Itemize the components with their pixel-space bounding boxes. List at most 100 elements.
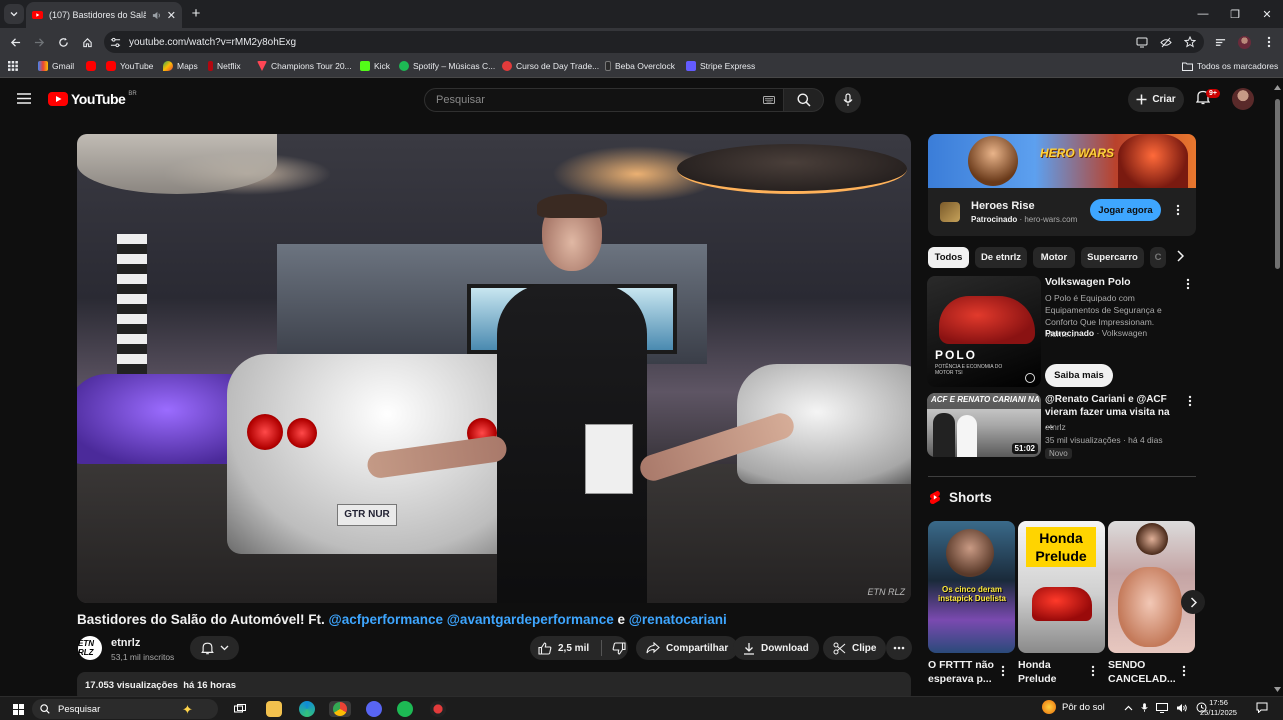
short-title[interactable]: O FRTTT não esperava p... xyxy=(928,658,998,686)
new-tab-button[interactable]: + xyxy=(188,6,204,22)
more-actions-button[interactable] xyxy=(886,636,912,660)
sponsored-menu-button[interactable] xyxy=(1181,277,1195,291)
clip-button[interactable]: Clipe xyxy=(823,636,887,660)
bookmark-gmail[interactable]: Gmail xyxy=(38,61,74,71)
eye-off-icon[interactable] xyxy=(1160,37,1172,48)
subscribed-notifications-button[interactable] xyxy=(190,636,239,660)
edge-icon[interactable] xyxy=(299,701,315,717)
bookmark-champions-tour[interactable]: Champions Tour 20... xyxy=(257,61,352,71)
bookmark-stripe-express[interactable]: Stripe Express xyxy=(686,61,755,71)
maximize-button[interactable]: ❐ xyxy=(1219,0,1251,28)
ad-menu-button[interactable] xyxy=(1171,203,1185,217)
browser-menu-button[interactable] xyxy=(1260,33,1278,51)
minimize-button[interactable]: — xyxy=(1187,0,1219,28)
spotify-icon[interactable] xyxy=(397,701,413,717)
create-button[interactable]: Criar xyxy=(1128,87,1184,112)
chips-next-button[interactable] xyxy=(1176,250,1184,262)
taskbar-search[interactable]: Pesquisar ✦ xyxy=(32,699,218,719)
microphone-icon[interactable] xyxy=(1141,702,1148,713)
sponsored-thumbnail[interactable]: POLO POTÊNCIA E ECONOMIA DO MOTOR TSI xyxy=(927,276,1041,387)
forward-button[interactable] xyxy=(30,33,48,51)
mention-link[interactable]: @avantgardeperformance xyxy=(447,612,614,627)
recommended-menu-button[interactable] xyxy=(1183,394,1197,408)
mention-link[interactable]: @acfperformance xyxy=(329,612,443,627)
back-button[interactable] xyxy=(6,33,24,51)
learn-more-button[interactable]: Saiba mais xyxy=(1045,364,1113,387)
apps-button[interactable] xyxy=(8,61,18,71)
volume-icon[interactable] xyxy=(1176,703,1188,713)
bookmark-kick[interactable]: Kick xyxy=(360,61,390,71)
ad-title[interactable]: Heroes Rise xyxy=(971,200,1035,212)
bookmark-maps[interactable]: Maps xyxy=(163,61,198,71)
share-button[interactable]: Compartilhar xyxy=(636,636,739,660)
profile-button[interactable] xyxy=(1235,33,1253,51)
notification-center-button[interactable] xyxy=(1256,702,1268,713)
reading-list-button[interactable] xyxy=(1211,33,1229,51)
bookmark-youtube-channel[interactable] xyxy=(86,61,96,71)
site-info-icon[interactable] xyxy=(110,37,121,48)
shorts-next-button[interactable] xyxy=(1181,590,1205,614)
short-thumbnail[interactable]: Os cinco deram instapick Duelista xyxy=(928,521,1015,653)
weather-widget[interactable]: Pôr do sol xyxy=(1042,700,1105,714)
short-thumbnail[interactable] xyxy=(1108,521,1195,653)
short-menu-button[interactable] xyxy=(996,664,1010,678)
cast-icon[interactable] xyxy=(1136,37,1148,48)
scroll-down-icon[interactable] xyxy=(1274,687,1281,692)
chrome-taskbar-button[interactable] xyxy=(329,701,351,717)
network-icon[interactable] xyxy=(1156,702,1168,713)
bookmark-spotify[interactable]: Spotify – Músicas C... xyxy=(399,61,495,71)
keyboard-icon[interactable] xyxy=(763,96,775,104)
sponsored-title[interactable]: Volkswagen Polo xyxy=(1045,276,1131,288)
chevron-up-icon[interactable] xyxy=(1124,705,1133,711)
star-icon[interactable] xyxy=(1184,36,1196,48)
ad-banner[interactable]: HERO WARS xyxy=(928,134,1196,188)
dislike-button[interactable] xyxy=(612,641,626,655)
search-button[interactable] xyxy=(784,88,824,112)
bookmarks-folder[interactable]: Todos os marcadores xyxy=(1182,61,1278,71)
download-button[interactable]: Download xyxy=(733,636,819,660)
taskbar-clock[interactable]: 17:56 25/11/2025 xyxy=(1200,698,1237,718)
search-input[interactable]: Pesquisar xyxy=(424,88,784,112)
like-button[interactable]: 2,5 mil xyxy=(538,641,589,655)
file-explorer-icon[interactable] xyxy=(266,701,282,717)
bookmark-netflix[interactable]: Netflix xyxy=(208,61,241,71)
start-button[interactable] xyxy=(10,701,26,717)
close-window-button[interactable]: ✕ xyxy=(1251,0,1283,28)
page-scrollbar[interactable] xyxy=(1272,79,1283,696)
short-thumbnail[interactable]: Honda Prelude xyxy=(1018,521,1105,653)
channel-name[interactable]: etnrlz xyxy=(111,637,140,649)
bookmark-day-trade[interactable]: Curso de Day Trade... xyxy=(502,61,599,71)
chip-from-channel[interactable]: De etnrlz xyxy=(975,247,1027,268)
discord-icon[interactable] xyxy=(366,701,382,717)
browser-tab[interactable]: (107) Bastidores do Salão d ✕ xyxy=(26,2,182,28)
short-menu-button[interactable] xyxy=(1177,664,1191,678)
task-view-button[interactable] xyxy=(232,701,248,717)
channel-avatar[interactable]: ETN RLZ xyxy=(78,636,102,660)
ad-cta-button[interactable]: Jogar agora xyxy=(1090,199,1161,221)
tab-search-button[interactable] xyxy=(4,4,24,24)
scroll-up-icon[interactable] xyxy=(1274,85,1281,90)
voice-search-button[interactable] xyxy=(835,87,861,113)
mention-link[interactable]: @renatocariani xyxy=(629,612,727,627)
short-title[interactable]: Honda Prelude xyxy=(1018,658,1088,686)
chip-motor[interactable]: Motor xyxy=(1033,247,1075,268)
ad-card[interactable]: HERO WARS Heroes Rise Patrocinado · hero… xyxy=(928,134,1196,236)
account-avatar[interactable] xyxy=(1232,88,1254,110)
scrollbar-thumb[interactable] xyxy=(1275,99,1280,269)
home-button[interactable] xyxy=(78,33,96,51)
reload-button[interactable] xyxy=(54,33,72,51)
bookmark-youtube[interactable]: YouTube xyxy=(106,61,153,71)
youtube-logo[interactable]: YouTube BR xyxy=(48,91,137,107)
tab-close-icon[interactable]: ✕ xyxy=(167,9,176,22)
guide-menu-button[interactable] xyxy=(17,93,31,104)
app-icon[interactable] xyxy=(430,701,446,717)
url-field[interactable]: youtube.com/watch?v=rMM2y8ohExg xyxy=(104,31,1204,53)
short-menu-button[interactable] xyxy=(1086,664,1100,678)
chip-partial[interactable]: C xyxy=(1150,247,1166,268)
recommended-channel[interactable]: etnrlz xyxy=(1045,422,1066,432)
chip-all[interactable]: Todos xyxy=(928,247,969,268)
short-title[interactable]: SENDO CANCELAD... xyxy=(1108,658,1178,686)
video-player[interactable]: GTR NUR ETN RLZ xyxy=(77,134,911,603)
recommended-thumbnail[interactable]: ACF E RENATO CARIANI NA GARAGEM DO HOMEM… xyxy=(927,393,1041,457)
bookmark-beba-overclock[interactable]: Beba Overclock xyxy=(605,61,675,71)
